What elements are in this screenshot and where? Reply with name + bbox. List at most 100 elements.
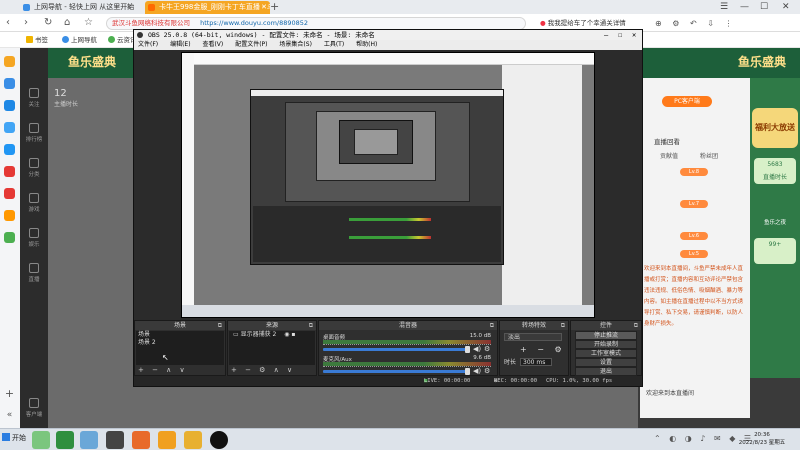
menu-edit[interactable]: 编辑(E) xyxy=(170,40,190,50)
favorite-star-icon[interactable]: ☆ xyxy=(84,16,93,30)
mail-icon[interactable] xyxy=(4,100,15,111)
cloud-icon[interactable] xyxy=(4,144,15,155)
minimize-icon[interactable]: — xyxy=(604,30,608,40)
taskbar-app-icon[interactable] xyxy=(80,431,98,449)
taskbar-app-icon[interactable] xyxy=(184,431,202,449)
exit-button[interactable]: 退出 xyxy=(575,367,637,376)
speaker-icon[interactable]: ◀) xyxy=(473,367,481,375)
dock-float-icon[interactable]: ⧉ xyxy=(561,321,565,330)
bookmark-folder[interactable]: 书签 xyxy=(26,35,48,45)
preview-nested-capture xyxy=(285,102,470,202)
menu-scene-collection[interactable]: 场景集合(S) xyxy=(279,40,312,50)
start-recording-button[interactable]: 开始录制 xyxy=(575,340,637,349)
sidebar-item-live[interactable]: 直播 xyxy=(24,263,44,283)
tab-douyu-stream[interactable]: 卡牛王998金服_刚刚卡丁车直播 - 斗... ✕ xyxy=(145,1,270,14)
scene-item[interactable]: 场景 xyxy=(136,331,224,339)
close-icon[interactable]: ✕ xyxy=(261,1,267,14)
volume-slider-handle[interactable] xyxy=(465,346,470,353)
sidebar-item-category[interactable]: 分类 xyxy=(24,158,44,178)
taskbar-browser-icon[interactable] xyxy=(56,431,74,449)
tab-navigation[interactable]: 上网导航 - 轻快上网 从这里开始 ✕ xyxy=(20,1,135,14)
sidebar-item-follow[interactable]: 关注 xyxy=(24,88,44,108)
menu-view[interactable]: 查看(V) xyxy=(202,40,223,50)
menu-tools[interactable]: 工具(T) xyxy=(324,40,344,50)
tab-fan-club[interactable]: 粉丝团 xyxy=(700,151,718,160)
menu-file[interactable]: 文件(F) xyxy=(138,40,158,50)
level-badge: Lv.7 xyxy=(680,200,708,208)
video-icon[interactable] xyxy=(4,166,15,177)
gear-icon[interactable]: ⚙ xyxy=(484,367,490,375)
tools-icon[interactable] xyxy=(4,232,15,243)
menu-icon[interactable]: ☰ xyxy=(720,0,728,14)
mixer-channel-mic: 麦克风/Aux 9.6 dB ◀) ⚙ xyxy=(323,355,491,375)
volume-slider[interactable] xyxy=(323,370,469,373)
add-icon[interactable]: + xyxy=(4,388,15,399)
sources-dock: 来源 ⧉ ▭ 显示器捕获 2 ◉ ▪ + − ⚙ ∧ ∨ xyxy=(227,320,317,376)
duration-input[interactable]: 300 ms xyxy=(520,358,553,366)
event-ad-panel[interactable]: 福利大放送 5683 直播时长 鱼乐之夜 99+ xyxy=(750,78,800,378)
home-icon[interactable]: ⌂ xyxy=(64,16,70,30)
refresh-icon[interactable]: ↻ xyxy=(44,16,52,30)
taskbar-app-icon[interactable] xyxy=(132,431,150,449)
sidebar-item-rank[interactable]: 排行榜 xyxy=(24,123,44,143)
maximize-icon[interactable]: ☐ xyxy=(760,0,768,14)
sidebar-item-game[interactable]: 游戏 xyxy=(24,193,44,213)
sidebar-item-entertainment[interactable]: 娱乐 xyxy=(24,228,44,248)
transition-add-remove[interactable]: + − ⚙ xyxy=(520,345,566,354)
dock-float-icon[interactable]: ⧉ xyxy=(218,321,222,330)
bookmark-navigation[interactable]: 上网导航 xyxy=(62,35,97,45)
menu-help[interactable]: 帮助(H) xyxy=(356,40,377,50)
taskbar-app-icon[interactable] xyxy=(158,431,176,449)
scenes-dock: 场景 ⧉ 场景 场景 2 ↖ + − ∧ ∨ xyxy=(134,320,226,376)
speaker-icon[interactable]: ◀) xyxy=(473,345,481,353)
gear-icon[interactable]: ⚙ xyxy=(484,345,490,353)
tab-contribution[interactable]: 贡献值 xyxy=(660,151,678,160)
dock-float-icon[interactable]: ⧉ xyxy=(309,321,313,330)
welcome-text: 欢迎来到本直播间 xyxy=(646,390,695,397)
close-window-icon[interactable]: ✕ xyxy=(782,0,790,14)
close-icon[interactable]: ✕ xyxy=(126,1,132,14)
taskbar-app-icon[interactable] xyxy=(106,431,124,449)
obs-title-bar[interactable]: OBS 25.0.8 (64-bit, windows) - 配置文件: 未命名… xyxy=(134,30,642,40)
chat-icon[interactable] xyxy=(4,78,15,89)
scenes-toolbar[interactable]: + − ∧ ∨ xyxy=(135,365,225,375)
note-icon[interactable] xyxy=(4,210,15,221)
minimize-icon[interactable]: — xyxy=(740,0,749,14)
app-icon[interactable] xyxy=(4,122,15,133)
dock-float-icon[interactable]: ⧉ xyxy=(490,321,494,330)
download-icon xyxy=(29,398,39,408)
browser-toolbar-icons[interactable]: ⊕ ⚙ ↶ ⇩ ⋮ xyxy=(655,17,800,30)
volume-slider-handle[interactable] xyxy=(465,368,470,375)
lock-icon[interactable]: ▪ xyxy=(291,331,295,338)
maximize-icon[interactable]: ☐ xyxy=(618,30,622,40)
obs-app-icon xyxy=(137,32,143,38)
forward-icon[interactable]: › xyxy=(24,16,28,30)
menu-profile[interactable]: 配置文件(P) xyxy=(235,40,267,50)
settings-button[interactable]: 设置 xyxy=(575,358,637,367)
stop-streaming-button[interactable]: 停止推流 xyxy=(575,331,637,340)
visibility-eye-icon[interactable]: ◉ xyxy=(284,331,289,338)
back-icon[interactable]: ‹ xyxy=(6,16,10,30)
pdf-icon[interactable] xyxy=(4,188,15,199)
favorites-icon[interactable] xyxy=(4,56,15,67)
studio-mode-button[interactable]: 工作室模式 xyxy=(575,349,637,358)
obs-preview[interactable] xyxy=(181,52,595,318)
dock-float-icon[interactable]: ⧉ xyxy=(634,321,638,330)
clock[interactable]: 20:36 2022/8/23 星期五 xyxy=(738,431,786,447)
collapse-icon[interactable]: « xyxy=(4,410,15,421)
taskbar-app-icon[interactable] xyxy=(32,431,50,449)
sidebar-item-client[interactable]: 客户端 xyxy=(24,398,44,418)
sources-toolbar[interactable]: + − ⚙ ∧ ∨ xyxy=(228,365,316,375)
scene-item[interactable]: 场景 2 xyxy=(136,339,224,347)
volume-slider[interactable] xyxy=(323,348,469,351)
preview-obs-title xyxy=(251,90,503,96)
source-item[interactable]: ▭ 显示器捕获 2 ◉ ▪ xyxy=(229,331,315,339)
transition-select[interactable]: 淡出 xyxy=(504,333,562,341)
close-icon[interactable]: ✕ xyxy=(632,30,636,40)
new-tab-button[interactable]: + xyxy=(270,0,279,14)
pc-client-button[interactable]: PC客户端 xyxy=(662,96,712,107)
taskbar-obs-icon[interactable] xyxy=(210,431,228,449)
replay-title[interactable]: 直播回看 xyxy=(654,136,680,146)
start-button[interactable]: 开始 xyxy=(2,433,26,443)
rank-icon xyxy=(29,123,39,133)
